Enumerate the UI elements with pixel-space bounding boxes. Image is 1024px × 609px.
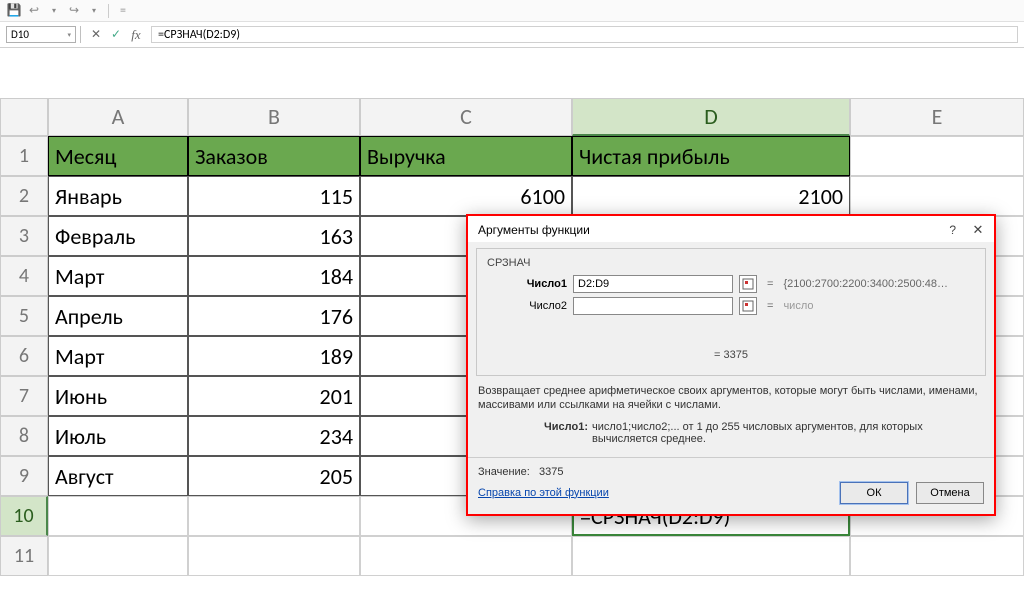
cancel-formula-icon[interactable]: ✕	[87, 26, 105, 44]
argument-row-1: Число1 = {2100:2700:2200:3400:2500:4800:…	[487, 275, 975, 293]
arg2-input[interactable]	[573, 297, 733, 315]
redo-icon[interactable]: ↪	[66, 3, 82, 18]
argument-row-2: Число2 = число	[487, 297, 975, 315]
cell-D2[interactable]: 2100	[572, 176, 850, 216]
insert-function-icon[interactable]: fx	[127, 26, 145, 44]
result-value: 3375	[539, 466, 563, 478]
col-header-E[interactable]: E	[850, 98, 1024, 136]
col-header-A[interactable]: A	[48, 98, 188, 136]
confirm-formula-icon[interactable]: ✓	[107, 26, 125, 44]
row-header-6[interactable]: 6	[0, 336, 48, 376]
cell-B1[interactable]: Заказов	[188, 136, 360, 176]
cell-B9[interactable]: 205	[188, 456, 360, 496]
row-header-11[interactable]: 11	[0, 536, 48, 576]
cell-B3[interactable]: 163	[188, 216, 360, 256]
qat-separator	[108, 4, 109, 18]
function-arguments-dialog: Аргументы функции ? ✕ СРЗНАЧ Число1 = {2…	[466, 214, 996, 516]
function-description: Возвращает среднее арифметическое своих …	[478, 384, 984, 413]
cell-B11[interactable]	[188, 536, 360, 576]
name-box-dropdown-icon[interactable]: ▾	[67, 30, 71, 39]
cell-B5[interactable]: 176	[188, 296, 360, 336]
cell-B2[interactable]: 115	[188, 176, 360, 216]
row-header-7[interactable]: 7	[0, 376, 48, 416]
dialog-help-icon[interactable]: ?	[949, 223, 956, 237]
cell-A2[interactable]: Январь	[48, 176, 188, 216]
dialog-result-row: Значение: 3375	[478, 466, 984, 478]
dialog-titlebar: Аргументы функции ? ✕	[468, 216, 994, 242]
undo-dropdown-icon[interactable]: ▾	[46, 6, 62, 16]
fx-separator	[80, 26, 81, 43]
cell-C2[interactable]: 6100	[360, 176, 572, 216]
cell-E2[interactable]	[850, 176, 1024, 216]
undo-icon[interactable]: ↩	[26, 3, 42, 18]
row-header-8[interactable]: 8	[0, 416, 48, 456]
cell-E1[interactable]	[850, 136, 1024, 176]
arg2-equals: =	[767, 300, 773, 312]
formula-buttons: ✕ ✓ fx	[85, 26, 147, 43]
arg1-range-selector-icon[interactable]	[739, 275, 757, 293]
dialog-bottom-bar: Справка по этой функции ОК Отмена	[468, 478, 994, 514]
cell-A11[interactable]	[48, 536, 188, 576]
formula-row: D10 ▾ ✕ ✓ fx =СРЗНАЧ(D2:D9)	[0, 22, 1024, 48]
argdesc-label: Число1:	[528, 421, 588, 445]
col-header-B[interactable]: B	[188, 98, 360, 136]
argument-description: Число1: число1;число2;... от 1 до 255 чи…	[528, 421, 984, 445]
cell-D11[interactable]	[572, 536, 850, 576]
row-header-5[interactable]: 5	[0, 296, 48, 336]
dialog-title: Аргументы функции	[478, 223, 590, 237]
cell-A7[interactable]: Июнь	[48, 376, 188, 416]
formula-bar[interactable]: =СРЗНАЧ(D2:D9)	[151, 26, 1018, 43]
cell-A8[interactable]: Июль	[48, 416, 188, 456]
row-header-1[interactable]: 1	[0, 136, 48, 176]
cell-B6[interactable]: 189	[188, 336, 360, 376]
cell-A4[interactable]: Март	[48, 256, 188, 296]
cell-A5[interactable]: Апрель	[48, 296, 188, 336]
result-label: Значение:	[478, 466, 530, 478]
cancel-button[interactable]: Отмена	[916, 482, 984, 504]
ok-button[interactable]: ОК	[840, 482, 908, 504]
equals-icon[interactable]: =	[115, 4, 131, 18]
dialog-separator	[468, 457, 994, 458]
row-header-10[interactable]: 10	[0, 496, 48, 536]
quick-access-toolbar: 💾 ↩ ▾ ↪ ▾ =	[0, 0, 1024, 22]
cell-B7[interactable]: 201	[188, 376, 360, 416]
cell-A6[interactable]: Март	[48, 336, 188, 376]
formula-bar-content: =СРЗНАЧ(D2:D9)	[158, 28, 240, 42]
formula-total: = 3375	[487, 349, 975, 361]
arg1-label: Число1	[487, 278, 567, 290]
cell-E11[interactable]	[850, 536, 1024, 576]
cell-B10[interactable]	[188, 496, 360, 536]
argdesc-text: число1;число2;... от 1 до 255 числовых а…	[592, 421, 984, 445]
cell-D1[interactable]: Чистая прибыль	[572, 136, 850, 176]
arg1-result: {2100:2700:2200:3400:2500:4800:510...	[783, 278, 953, 290]
name-box[interactable]: D10 ▾	[6, 26, 76, 43]
arg1-input[interactable]	[573, 275, 733, 293]
col-header-C[interactable]: C	[360, 98, 572, 136]
arg1-equals: =	[767, 278, 773, 290]
row-header-3[interactable]: 3	[0, 216, 48, 256]
cell-B8[interactable]: 234	[188, 416, 360, 456]
arg2-label: Число2	[487, 300, 567, 312]
col-header-D[interactable]: D	[572, 98, 850, 136]
dialog-body: СРЗНАЧ Число1 = {2100:2700:2200:3400:250…	[476, 248, 986, 376]
cell-A1[interactable]: Месяц	[48, 136, 188, 176]
row-header-2[interactable]: 2	[0, 176, 48, 216]
dialog-close-icon[interactable]: ✕	[970, 222, 986, 238]
function-name-label: СРЗНАЧ	[487, 257, 975, 269]
cell-C1[interactable]: Выручка	[360, 136, 572, 176]
name-box-value: D10	[11, 28, 29, 41]
redo-dropdown-icon[interactable]: ▾	[86, 6, 102, 16]
row-header-9[interactable]: 9	[0, 456, 48, 496]
cell-C11[interactable]	[360, 536, 572, 576]
row-header-4[interactable]: 4	[0, 256, 48, 296]
cell-A3[interactable]: Февраль	[48, 216, 188, 256]
cell-B4[interactable]: 184	[188, 256, 360, 296]
arg2-range-selector-icon[interactable]	[739, 297, 757, 315]
cell-A10[interactable]	[48, 496, 188, 536]
select-all-corner[interactable]	[0, 98, 48, 136]
cell-A9[interactable]: Август	[48, 456, 188, 496]
arg2-placeholder: число	[783, 300, 813, 312]
save-icon[interactable]: 💾	[6, 3, 22, 18]
function-help-link[interactable]: Справка по этой функции	[478, 487, 609, 499]
